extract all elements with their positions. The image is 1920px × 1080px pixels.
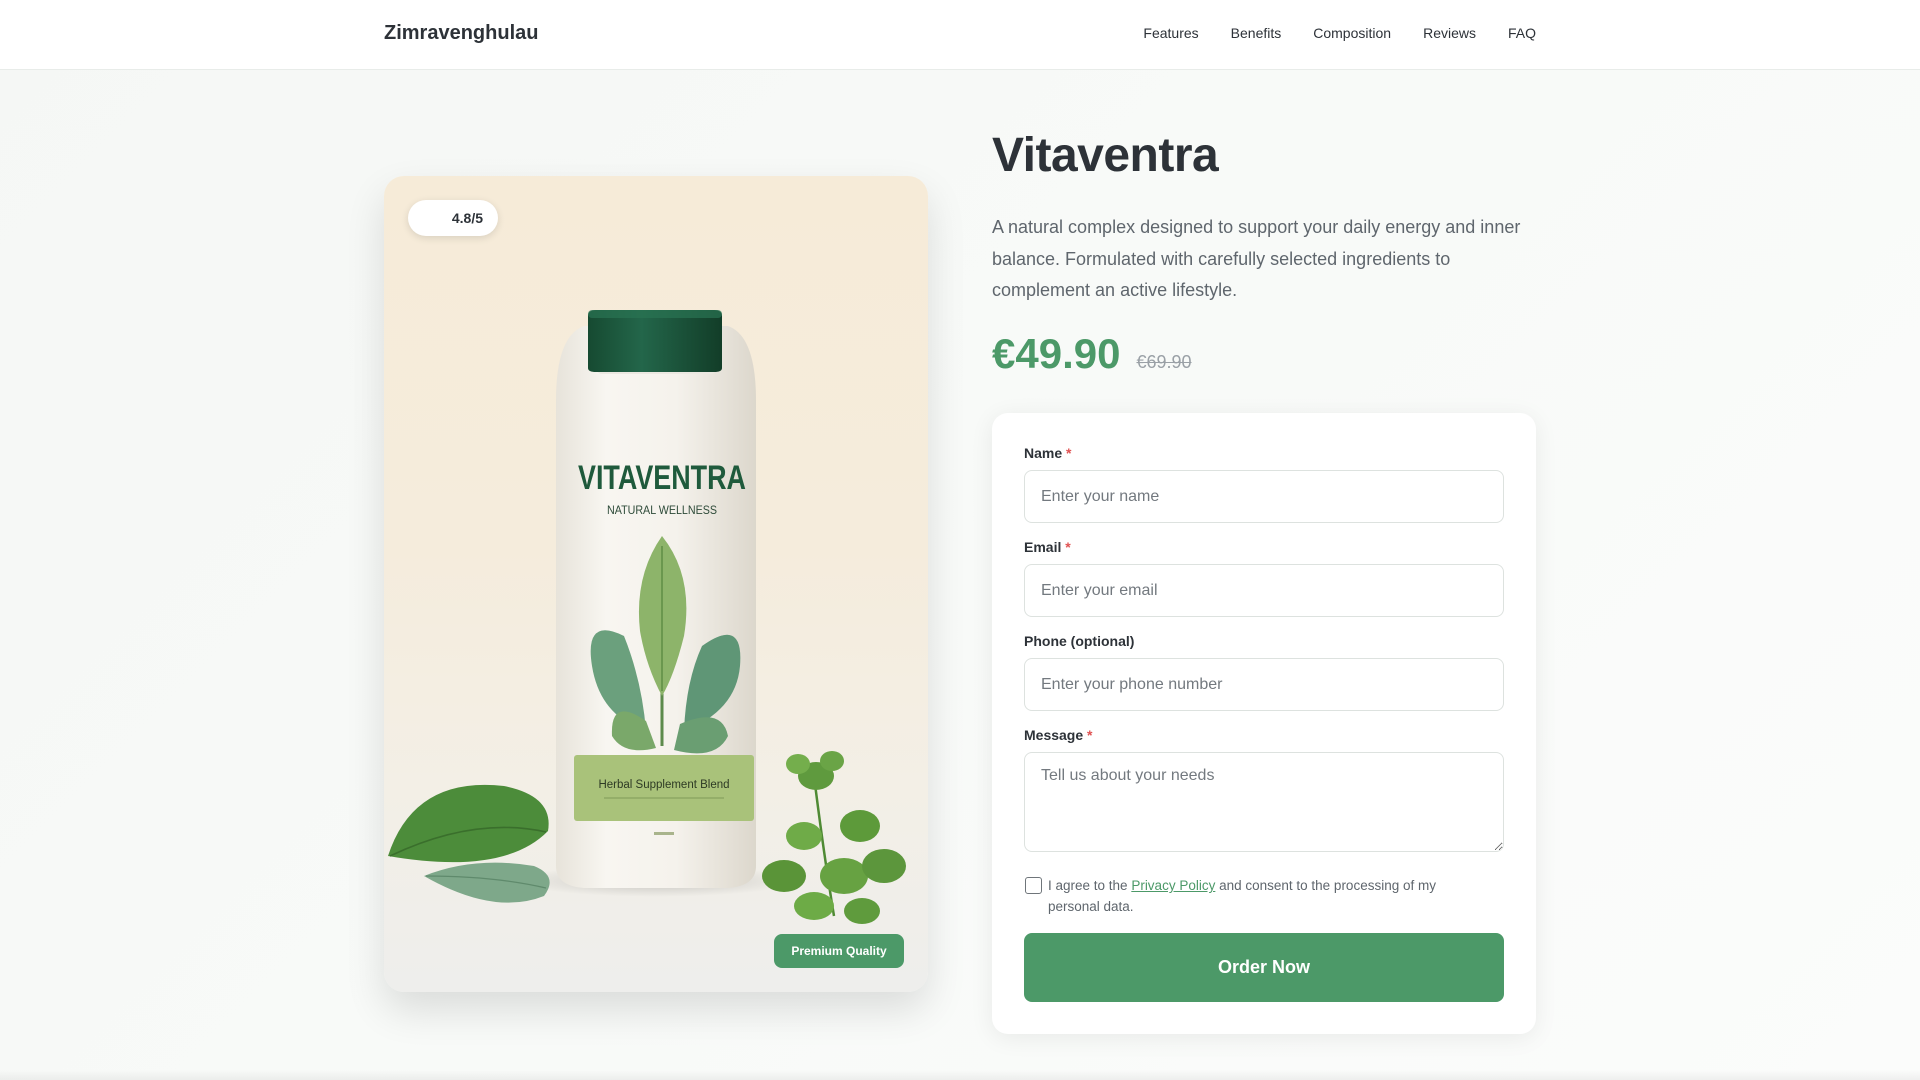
order-form: Name * Email * Phone (optional) Message … bbox=[992, 413, 1536, 1034]
nav-link-reviews[interactable]: Reviews bbox=[1423, 25, 1476, 41]
bottle-label-text: Herbal Supplement Blend bbox=[598, 779, 729, 791]
current-price: €49.90 bbox=[992, 330, 1121, 377]
nav-link-benefits[interactable]: Benefits bbox=[1231, 25, 1282, 41]
product-title: Vitaventra bbox=[992, 129, 1219, 182]
main-nav: Features Benefits Composition Reviews FA… bbox=[1143, 25, 1536, 41]
next-section-edge bbox=[0, 1070, 1920, 1080]
order-now-button[interactable]: Order Now bbox=[1024, 933, 1504, 1002]
required-mark: * bbox=[1065, 539, 1071, 555]
phone-label: Phone (optional) bbox=[1024, 633, 1135, 649]
premium-quality-badge: Premium Quality bbox=[774, 934, 904, 968]
message-label: Message * bbox=[1024, 727, 1093, 743]
privacy-policy-link[interactable]: Privacy Policy bbox=[1131, 878, 1215, 893]
sage-leaves-decoration bbox=[388, 784, 550, 903]
required-mark: * bbox=[1087, 727, 1093, 743]
name-label: Name * bbox=[1024, 445, 1072, 461]
consent-checkbox[interactable] bbox=[1025, 877, 1042, 894]
product-photo: VITAVENTRA NATURAL WELLNESS Herbal Suppl… bbox=[388, 310, 906, 924]
product-description: A natural complex designed to support yo… bbox=[992, 217, 1521, 300]
email-label: Email * bbox=[1024, 539, 1071, 555]
consent-text: I agree to the Privacy Policy and consen… bbox=[1048, 878, 1436, 914]
name-input[interactable] bbox=[1024, 470, 1504, 523]
nav-link-features[interactable]: Features bbox=[1143, 25, 1198, 41]
price-row: €49.90 €69.90 bbox=[992, 330, 1192, 378]
rating-badge: 4.8/5 bbox=[408, 200, 498, 236]
product-image-card: VITAVENTRA NATURAL WELLNESS Herbal Suppl… bbox=[384, 176, 928, 992]
phone-input[interactable] bbox=[1024, 658, 1504, 711]
old-price: €69.90 bbox=[1136, 352, 1192, 372]
required-mark: * bbox=[1066, 445, 1072, 461]
email-input[interactable] bbox=[1024, 564, 1504, 617]
nav-link-composition[interactable]: Composition bbox=[1313, 25, 1391, 41]
bottle-subtitle-text: NATURAL WELLNESS bbox=[607, 503, 717, 517]
bottle-brand-text: VITAVENTRA bbox=[578, 459, 746, 497]
top-navigation-bar: Zimravenghulau Features Benefits Composi… bbox=[0, 0, 1920, 70]
nav-link-faq[interactable]: FAQ bbox=[1508, 25, 1536, 41]
oregano-sprig-decoration bbox=[762, 751, 906, 924]
brand-logo[interactable]: Zimravenghulau bbox=[384, 22, 538, 45]
message-textarea[interactable] bbox=[1024, 752, 1504, 852]
